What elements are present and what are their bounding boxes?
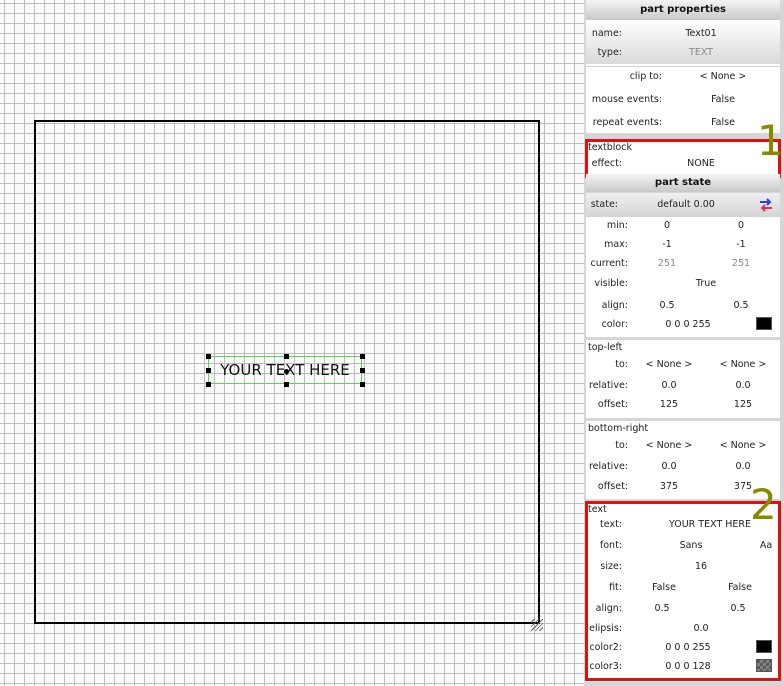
current-y-value: 251 xyxy=(731,258,751,269)
resize-handle-right[interactable] xyxy=(360,368,365,373)
align-y-field[interactable]: 0.5 xyxy=(716,297,766,315)
max-y-field[interactable]: -1 xyxy=(716,236,766,254)
color-value[interactable]: 0 0 0 255 xyxy=(656,316,720,334)
state-selector[interactable]: default 0.00 xyxy=(636,196,736,214)
text-title: text xyxy=(588,504,607,515)
state-values-block: min: 0 0 max: -1 -1 current: 251 251 vis… xyxy=(586,217,780,337)
font-field[interactable]: Sans xyxy=(660,537,722,555)
type-label: type: xyxy=(597,47,622,58)
text-label: text: xyxy=(600,519,622,530)
top-left-offset-label: offset: xyxy=(597,399,628,410)
top-left-relative-y-field[interactable]: 0.0 xyxy=(716,377,770,395)
top-left-offset-x-field[interactable]: 125 xyxy=(642,396,696,414)
resize-handle-left[interactable] xyxy=(206,368,211,373)
resize-handle-top[interactable] xyxy=(284,354,289,359)
top-left-relative-x-field[interactable]: 0.0 xyxy=(642,377,696,395)
color2-value[interactable]: 0 0 0 255 xyxy=(656,639,720,657)
resize-handle-bottom-left[interactable] xyxy=(206,382,211,387)
text-block: text text: YOUR TEXT HERE font: Sans Aa … xyxy=(586,502,780,682)
repeat-events-label: repeat events: xyxy=(592,117,662,128)
top-left-block: top-left to: < None > < None > relative:… xyxy=(586,340,780,418)
color2-swatch[interactable] xyxy=(756,640,772,653)
bottom-right-offset-label: offset: xyxy=(597,481,628,492)
color3-value[interactable]: 0 0 0 128 xyxy=(656,658,720,676)
top-left-to-x-selector[interactable]: < None > xyxy=(638,356,700,374)
part-state-header: part state xyxy=(586,174,780,192)
text-align-label: align: xyxy=(595,603,622,614)
callout-1: 1 xyxy=(757,116,784,165)
bottom-right-relative-label: relative: xyxy=(588,461,628,472)
bottom-right-to-x-selector[interactable]: < None > xyxy=(638,437,700,455)
align-label: align: xyxy=(601,300,628,311)
state-row-block: state: default 0.00 xyxy=(586,193,780,217)
color3-label: color3: xyxy=(589,661,622,672)
part-properties-block: part properties name: Text01 type: TEXT … xyxy=(586,0,780,133)
current-x-value: 251 xyxy=(657,258,677,269)
mouse-events-label: mouse events: xyxy=(591,94,662,105)
effect-label: effect: xyxy=(591,158,622,169)
layout-canvas[interactable]: YOUR TEXT HERE xyxy=(0,0,584,686)
name-label: name: xyxy=(591,28,622,39)
bottom-right-to-y-selector[interactable]: < None > xyxy=(712,437,774,455)
properties-panel: part properties name: Text01 type: TEXT … xyxy=(584,0,784,686)
bottom-right-relative-y-field[interactable]: 0.0 xyxy=(716,458,770,476)
current-label: current: xyxy=(590,258,628,269)
top-left-to-label: to: xyxy=(615,359,628,370)
color3-swatch[interactable] xyxy=(756,659,772,672)
resize-handle-top-right[interactable] xyxy=(360,354,365,359)
min-label: min: xyxy=(606,220,628,231)
font-label: font: xyxy=(599,540,622,551)
callout-2: 2 xyxy=(750,480,777,529)
size-field[interactable]: 16 xyxy=(676,558,726,576)
textblock-title: textblock xyxy=(588,142,632,153)
resize-handle-bottom[interactable] xyxy=(284,382,289,387)
clip-to-label: clip to: xyxy=(629,71,662,82)
bottom-right-relative-x-field[interactable]: 0.0 xyxy=(642,458,696,476)
elipsis-label: elipsis: xyxy=(589,623,622,634)
color2-label: color2: xyxy=(589,642,622,653)
top-left-relative-label: relative: xyxy=(588,380,628,391)
fit-label: fit: xyxy=(609,582,622,593)
textblock-block: textblock effect: NONE xyxy=(586,139,780,176)
visible-label: visible: xyxy=(594,278,628,289)
resize-handle-top-left[interactable] xyxy=(206,354,211,359)
resize-grip-icon[interactable] xyxy=(531,619,543,631)
min-x-field[interactable]: 0 xyxy=(642,217,692,235)
top-left-title: top-left xyxy=(588,342,623,353)
min-y-field[interactable]: 0 xyxy=(716,217,766,235)
max-x-field[interactable]: -1 xyxy=(642,236,692,254)
repeat-events-toggle[interactable]: False xyxy=(686,114,760,132)
center-handle[interactable] xyxy=(284,369,289,374)
max-label: max: xyxy=(604,239,628,250)
text-align-y-field[interactable]: 0.5 xyxy=(712,600,764,618)
type-value: TEXT xyxy=(689,47,713,58)
fit-y-toggle[interactable]: False xyxy=(714,579,766,597)
text-align-x-field[interactable]: 0.5 xyxy=(636,600,688,618)
elipsis-field[interactable]: 0.0 xyxy=(676,620,726,638)
clip-to-selector[interactable]: < None > xyxy=(686,68,760,86)
bottom-right-to-label: to: xyxy=(615,440,628,451)
visible-toggle[interactable]: True xyxy=(676,275,736,293)
mouse-events-toggle[interactable]: False xyxy=(686,91,760,109)
color-label: color: xyxy=(601,319,628,330)
name-field[interactable]: Text01 xyxy=(646,25,756,43)
part-properties-header: part properties xyxy=(586,0,780,20)
fit-x-toggle[interactable]: False xyxy=(638,579,690,597)
top-left-to-y-selector[interactable]: < None > xyxy=(712,356,774,374)
color-swatch[interactable] xyxy=(756,317,772,330)
swap-state-icon[interactable] xyxy=(758,197,774,213)
top-left-offset-y-field[interactable]: 125 xyxy=(716,396,770,414)
bottom-right-title: bottom-right xyxy=(588,423,649,434)
state-label: state: xyxy=(590,199,618,210)
resize-handle-bottom-right[interactable] xyxy=(360,382,365,387)
align-x-field[interactable]: 0.5 xyxy=(642,297,692,315)
effect-selector[interactable]: NONE xyxy=(646,155,756,173)
size-label: size: xyxy=(600,561,622,572)
bottom-right-offset-x-field[interactable]: 375 xyxy=(642,478,696,496)
font-picker-button[interactable]: Aa xyxy=(754,537,778,555)
text-part-selected[interactable]: YOUR TEXT HERE xyxy=(206,354,365,387)
